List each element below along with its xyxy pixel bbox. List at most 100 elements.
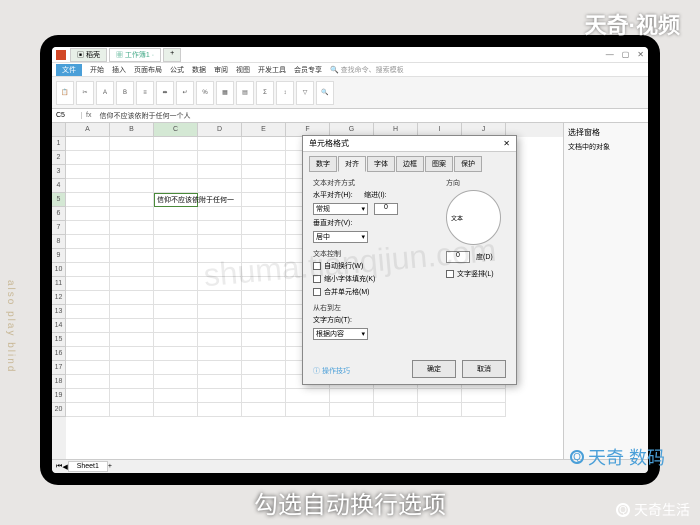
fx-icon[interactable]: fx xyxy=(82,112,95,119)
cell-B8[interactable] xyxy=(110,235,154,249)
cell-E15[interactable] xyxy=(242,333,286,347)
window-close-icon[interactable]: ✕ xyxy=(637,50,644,59)
ribbon-sort[interactable]: ↕ xyxy=(276,81,294,105)
cell-D4[interactable] xyxy=(198,179,242,193)
cell-C6[interactable] xyxy=(154,207,198,221)
cell-A1[interactable] xyxy=(66,137,110,151)
cell-E11[interactable] xyxy=(242,277,286,291)
cell-A5[interactable] xyxy=(66,193,110,207)
name-box[interactable]: C5 xyxy=(52,112,82,119)
menu-formula[interactable]: 公式 xyxy=(170,65,184,75)
row-header-3[interactable]: 3 xyxy=(52,165,66,179)
cell-B7[interactable] xyxy=(110,221,154,235)
tab-border[interactable]: 边框 xyxy=(396,156,424,172)
cell-G20[interactable] xyxy=(330,403,374,417)
cell-C20[interactable] xyxy=(154,403,198,417)
cell-A6[interactable] xyxy=(66,207,110,221)
cell-C2[interactable] xyxy=(154,151,198,165)
cell-D17[interactable] xyxy=(198,361,242,375)
row-header-5[interactable]: 5 xyxy=(52,193,66,207)
cell-D9[interactable] xyxy=(198,249,242,263)
cell-A14[interactable] xyxy=(66,319,110,333)
ribbon-find[interactable]: 🔍 xyxy=(316,81,334,105)
cell-E2[interactable] xyxy=(242,151,286,165)
row-header-8[interactable]: 8 xyxy=(52,235,66,249)
menu-team[interactable]: 会员专享 xyxy=(294,65,322,75)
window-min-icon[interactable]: — xyxy=(606,50,614,59)
cell-A18[interactable] xyxy=(66,375,110,389)
cell-B14[interactable] xyxy=(110,319,154,333)
cell-E14[interactable] xyxy=(242,319,286,333)
cell-A4[interactable] xyxy=(66,179,110,193)
cell-C9[interactable] xyxy=(154,249,198,263)
cell-E10[interactable] xyxy=(242,263,286,277)
ribbon-cond[interactable]: ▤ xyxy=(236,81,254,105)
sheet-tab-add[interactable]: + xyxy=(108,463,112,470)
cell-B2[interactable] xyxy=(110,151,154,165)
search-box[interactable]: 🔍 查找命令、搜索模板 xyxy=(330,65,404,75)
row-header-11[interactable]: 11 xyxy=(52,277,66,291)
cancel-button[interactable]: 取消 xyxy=(462,360,506,378)
shrink-checkbox[interactable]: 缩小字体填充(K) xyxy=(313,274,434,284)
cell-E16[interactable] xyxy=(242,347,286,361)
cell-A15[interactable] xyxy=(66,333,110,347)
cell-C3[interactable] xyxy=(154,165,198,179)
row-header-13[interactable]: 13 xyxy=(52,305,66,319)
horizontal-select[interactable]: 常规▾ xyxy=(313,203,368,215)
vertical-select[interactable]: 居中▾ xyxy=(313,231,368,243)
ribbon-cut[interactable]: ✂ xyxy=(76,81,94,105)
cell-A20[interactable] xyxy=(66,403,110,417)
row-header-16[interactable]: 16 xyxy=(52,347,66,361)
cell-D10[interactable] xyxy=(198,263,242,277)
ribbon-bold[interactable]: B xyxy=(116,81,134,105)
row-header-7[interactable]: 7 xyxy=(52,221,66,235)
cell-A3[interactable] xyxy=(66,165,110,179)
cell-C8[interactable] xyxy=(154,235,198,249)
cell-G19[interactable] xyxy=(330,389,374,403)
doc-tab-workbook[interactable]: ▦ 工作簿1 · xyxy=(109,48,161,62)
cell-E4[interactable] xyxy=(242,179,286,193)
row-header-1[interactable]: 1 xyxy=(52,137,66,151)
cell-B19[interactable] xyxy=(110,389,154,403)
cell-A19[interactable] xyxy=(66,389,110,403)
col-header-D[interactable]: D xyxy=(198,123,242,137)
cell-C10[interactable] xyxy=(154,263,198,277)
cell-D2[interactable] xyxy=(198,151,242,165)
tab-alignment[interactable]: 对齐 xyxy=(338,156,366,172)
tab-number[interactable]: 数字 xyxy=(309,156,337,172)
row-header-9[interactable]: 9 xyxy=(52,249,66,263)
col-header-A[interactable]: A xyxy=(66,123,110,137)
cell-D11[interactable] xyxy=(198,277,242,291)
sheet-tab-1[interactable]: Sheet1 xyxy=(68,461,108,472)
row-header-20[interactable]: 20 xyxy=(52,403,66,417)
ribbon-font[interactable]: A xyxy=(96,81,114,105)
cell-F19[interactable] xyxy=(286,389,330,403)
dialog-close-icon[interactable]: ✕ xyxy=(503,139,510,148)
cell-C18[interactable] xyxy=(154,375,198,389)
cell-J20[interactable] xyxy=(462,403,506,417)
row-header-6[interactable]: 6 xyxy=(52,207,66,221)
cell-E18[interactable] xyxy=(242,375,286,389)
menu-data[interactable]: 数据 xyxy=(192,65,206,75)
cell-D20[interactable] xyxy=(198,403,242,417)
cell-E1[interactable] xyxy=(242,137,286,151)
cell-D8[interactable] xyxy=(198,235,242,249)
cell-C15[interactable] xyxy=(154,333,198,347)
cell-D12[interactable] xyxy=(198,291,242,305)
cell-B13[interactable] xyxy=(110,305,154,319)
cell-C1[interactable] xyxy=(154,137,198,151)
cell-I20[interactable] xyxy=(418,403,462,417)
doc-tab-add[interactable]: + xyxy=(163,48,181,62)
cell-A9[interactable] xyxy=(66,249,110,263)
row-header-2[interactable]: 2 xyxy=(52,151,66,165)
cell-B9[interactable] xyxy=(110,249,154,263)
ribbon-align[interactable]: ≡ xyxy=(136,81,154,105)
cell-D3[interactable] xyxy=(198,165,242,179)
row-header-18[interactable]: 18 xyxy=(52,375,66,389)
cell-A2[interactable] xyxy=(66,151,110,165)
direction-select[interactable]: 根据内容▾ xyxy=(313,328,368,340)
ribbon-sum[interactable]: Σ xyxy=(256,81,274,105)
cell-C16[interactable] xyxy=(154,347,198,361)
cell-B3[interactable] xyxy=(110,165,154,179)
row-header-12[interactable]: 12 xyxy=(52,291,66,305)
